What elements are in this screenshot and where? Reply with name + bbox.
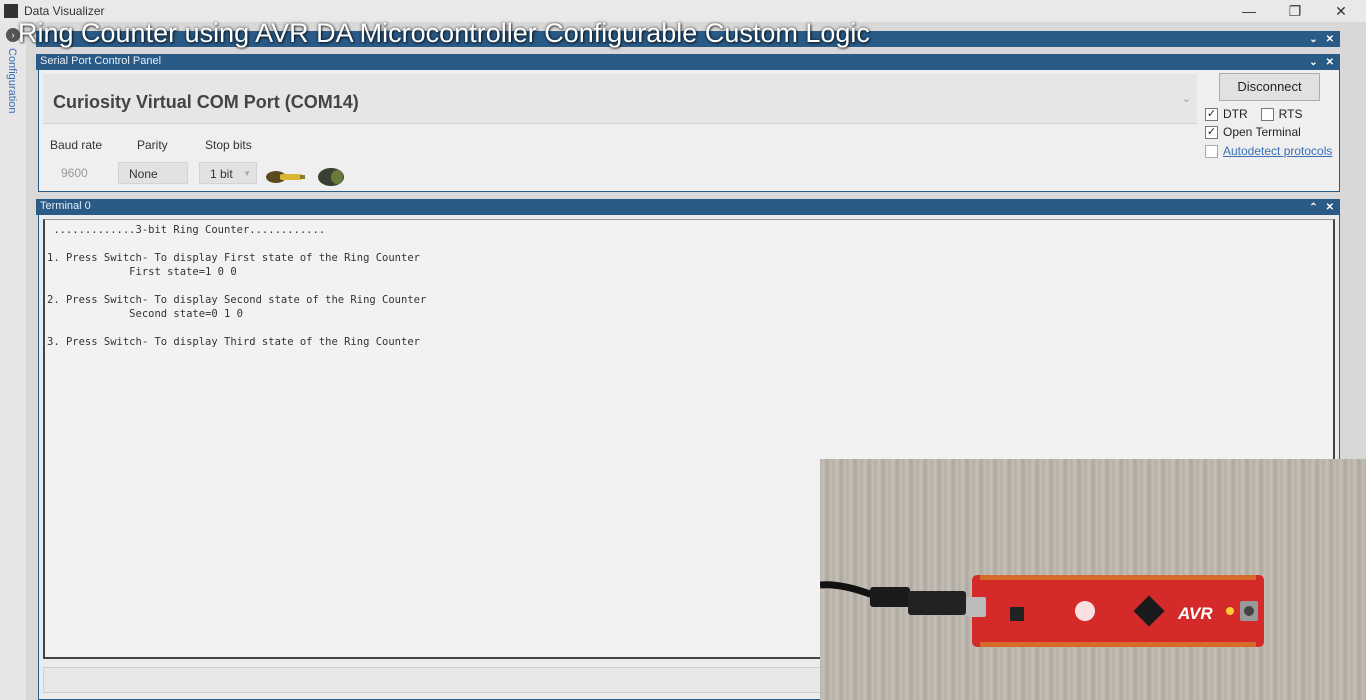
debugger-chip — [1010, 607, 1024, 621]
autodetect-protocols-link[interactable]: Autodetect protocols — [1223, 144, 1332, 158]
autodetect-row[interactable]: Autodetect protocols — [1205, 144, 1332, 158]
terminal-line: .............3-bit Ring Counter.........… — [47, 224, 326, 236]
dtr-checkbox-row[interactable]: ✓ DTR RTS — [1205, 107, 1302, 121]
serial-panel-title: Serial Port Control Panel — [40, 55, 162, 67]
rts-checkbox[interactable] — [1260, 107, 1274, 121]
terminal-line: 3. Press Switch- To display Third state … — [47, 336, 420, 348]
dtr-checkbox[interactable]: ✓ — [1205, 107, 1218, 121]
board-video-inset: AVR — [820, 459, 1366, 700]
disconnect-plug-icon[interactable] — [317, 166, 347, 188]
port-selector[interactable]: Curiosity Virtual COM Port (COM14) ⌄ — [43, 74, 1197, 124]
panel-close-icon[interactable]: ✕ — [1326, 34, 1334, 45]
panel-close-icon[interactable]: ✕ — [1326, 202, 1334, 213]
connect-plug-icon[interactable] — [266, 170, 306, 184]
configuration-label[interactable]: Configuration — [6, 48, 18, 113]
disconnect-button[interactable]: Disconnect — [1219, 73, 1320, 101]
board-photo: AVR — [820, 575, 1264, 647]
close-icon[interactable]: ✕ — [1318, 0, 1364, 22]
app-icon — [4, 4, 18, 18]
terminal-line: 1. Press Switch- To display First state … — [47, 252, 420, 264]
serial-panel-header: Serial Port Control Panel ⌄ ✕ — [36, 54, 1340, 70]
stop-bits-label: Stop bits — [205, 138, 252, 152]
baud-rate-label: Baud rate — [50, 138, 103, 152]
microchip-logo — [1075, 601, 1095, 621]
collapse-chevron-icon[interactable]: ⌄ — [1309, 34, 1317, 45]
switch-button — [1244, 606, 1254, 616]
terminal-line: 2. Press Switch- To display Second state… — [47, 294, 427, 306]
serial-panel-body: Curiosity Virtual COM Port (COM14) ⌄ Bau… — [38, 70, 1340, 192]
terminal-line: Second state=0 1 0 — [47, 308, 243, 320]
terminal-title: Terminal 0 — [40, 200, 91, 212]
window-title: Data Visualizer — [24, 4, 105, 18]
minimize-icon[interactable]: — — [1226, 0, 1272, 22]
usb-connector — [908, 591, 966, 615]
configuration-sidebar[interactable]: › Configuration — [0, 22, 26, 700]
parity-select[interactable]: None — [118, 162, 188, 184]
parity-label: Parity — [137, 138, 168, 152]
baud-rate-field[interactable]: 9600 — [49, 162, 109, 184]
open-terminal-checkbox[interactable]: ✓ — [1205, 125, 1218, 139]
panel-close-icon[interactable]: ✕ — [1326, 57, 1334, 68]
rts-label: RTS — [1278, 107, 1303, 121]
avr-board-text: AVR — [1177, 604, 1213, 623]
chevron-down-icon[interactable]: ⌄ — [1182, 92, 1191, 105]
usb-connector-housing — [870, 587, 910, 607]
video-title-overlay: Ring Counter using AVR DA Microcontrolle… — [18, 18, 870, 48]
maximize-icon[interactable]: ❐ — [1272, 0, 1318, 22]
open-terminal-row[interactable]: ✓ Open Terminal — [1205, 125, 1301, 139]
collapse-chevron-icon[interactable]: ⌄ — [1309, 57, 1317, 68]
micro-usb-port — [966, 597, 986, 617]
terminal-line: First state=1 0 0 — [47, 266, 237, 278]
autodetect-checkbox[interactable] — [1205, 144, 1218, 158]
terminal-panel-header: Terminal 0 ⌃ ✕ — [36, 199, 1340, 215]
dtr-label: DTR — [1223, 107, 1248, 121]
chevron-down-icon: ▼ — [243, 169, 251, 178]
stop-bits-value: 1 bit — [210, 167, 233, 181]
collapse-chevron-icon[interactable]: ⌃ — [1309, 202, 1317, 213]
open-terminal-label: Open Terminal — [1223, 125, 1301, 139]
stop-bits-select[interactable]: 1 bit ▼ — [199, 162, 257, 184]
port-name: Curiosity Virtual COM Port (COM14) — [53, 92, 359, 112]
status-led — [1226, 607, 1234, 615]
